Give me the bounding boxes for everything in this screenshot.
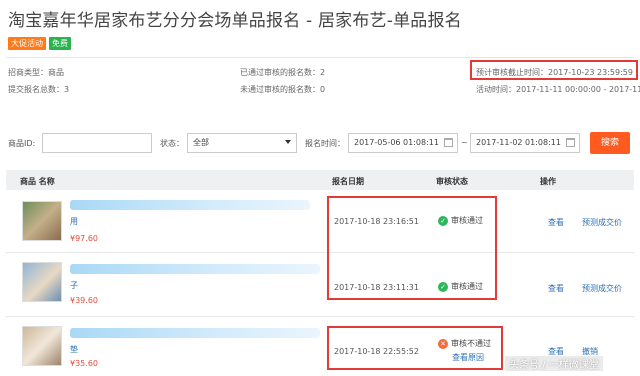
product-id-input[interactable] <box>42 133 152 153</box>
product-thumbnail[interactable] <box>22 201 62 241</box>
status-label: 状态： <box>160 139 184 148</box>
view-link[interactable]: 查看 <box>548 283 564 294</box>
product-price: ¥35.60 <box>70 359 98 368</box>
product-id-label: 商品ID: <box>8 139 36 148</box>
promo-badge: 大促活动 <box>8 37 46 50</box>
col-product-name: 商品 名称 <box>20 177 55 186</box>
row-divider <box>6 252 634 253</box>
row-divider <box>6 316 634 317</box>
header-divider <box>6 57 634 58</box>
status-highlight-box <box>327 326 503 370</box>
product-price: ¥39.60 <box>70 296 98 305</box>
col-signup-date: 报名日期 <box>332 177 364 186</box>
product-thumbnail[interactable] <box>22 326 62 366</box>
recruit-type: 招商类型：商品 <box>8 68 64 77</box>
page-title: 淘宝嘉年华居家布艺分分会场单品报名 - 居家布艺-单品报名 <box>8 11 462 31</box>
predict-price-link[interactable]: 预测成交价 <box>582 217 622 228</box>
calendar-icon[interactable] <box>566 138 575 147</box>
blurred-product-title <box>70 328 320 338</box>
blurred-product-title <box>70 200 310 210</box>
date-separator: ~ <box>461 138 468 147</box>
predict-price-link[interactable]: 预测成交价 <box>582 283 622 294</box>
view-link[interactable]: 查看 <box>548 217 564 228</box>
chevron-down-icon <box>285 140 291 144</box>
date-to-input[interactable]: 2017-11-02 01:08:11 <box>470 133 580 153</box>
blurred-product-title <box>70 264 320 274</box>
approved-count: 已通过审核的报名数：2 <box>240 68 326 77</box>
status-highlight-box <box>327 196 497 300</box>
signup-time-label: 报名时间： <box>305 139 345 148</box>
product-name[interactable]: 子 <box>70 280 78 291</box>
watermark: 头条号 / 一样微课堂 <box>505 356 603 371</box>
search-button[interactable]: 搜索 <box>590 132 630 154</box>
free-badge: 免费 <box>49 37 71 50</box>
col-review-status: 审核状态 <box>436 177 468 186</box>
rejected-count: 未通过审核的报名数：0 <box>240 85 326 94</box>
activity-time: 活动时间：2017-11-11 00:00:00 - 2017-11- <box>476 85 640 94</box>
date-from-input[interactable]: 2017-05-06 01:08:11 <box>348 133 458 153</box>
product-thumbnail[interactable] <box>22 262 62 302</box>
calendar-icon[interactable] <box>444 138 453 147</box>
submitted-count: 提交报名总数：3 <box>8 85 70 94</box>
deadline-highlight-box <box>470 60 638 80</box>
table-header: 商品 名称 报名日期 审核状态 操作 <box>6 170 634 190</box>
status-select[interactable]: 全部 <box>187 133 297 153</box>
activity-badges: 大促活动 免费 <box>8 37 71 50</box>
product-price: ¥97.60 <box>70 234 98 243</box>
product-name[interactable]: 垫 <box>70 344 78 355</box>
product-name[interactable]: 用 <box>70 216 78 227</box>
col-actions: 操作 <box>540 177 556 186</box>
